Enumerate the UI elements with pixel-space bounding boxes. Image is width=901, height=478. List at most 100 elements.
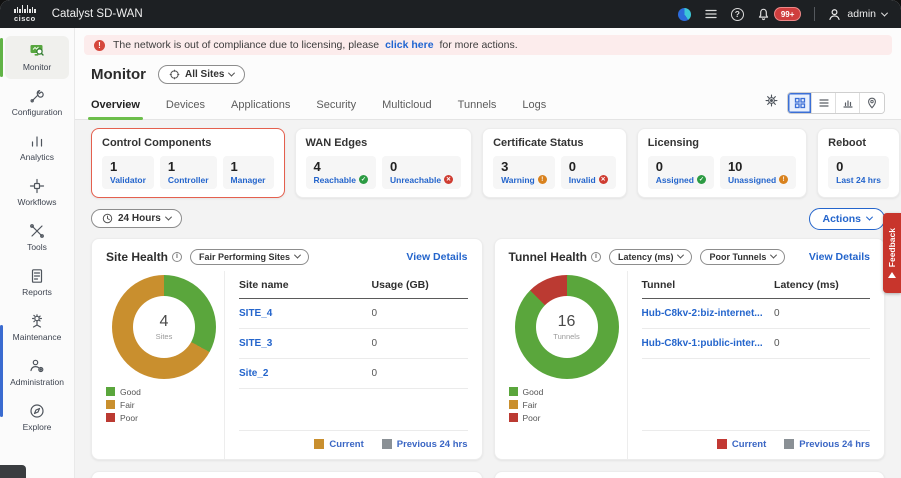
actions-button[interactable]: Actions [809,208,885,230]
sidebar-item-reports[interactable]: Reports [5,261,69,304]
info-icon[interactable]: i [591,252,601,262]
alert-icon: ! [94,40,105,51]
stat-value: 3 [501,160,547,175]
card-certificate-status[interactable]: Certificate Status 3 Warning! 0 Invalid✕ [482,128,627,198]
legend-swatch-current [717,439,727,449]
stat-value: 0 [390,160,453,175]
user-icon [828,8,841,21]
sidebar-item-tools[interactable]: Tools [5,216,69,259]
stat-manager[interactable]: 1 Manager [223,156,274,189]
chart-view-button[interactable] [836,93,860,113]
tunnel-quality-label: Poor Tunnels [709,252,766,262]
tab-overview[interactable]: Overview [91,99,140,119]
site-health-donut[interactable]: 4 Sites [112,275,216,379]
tunnel-health-donut[interactable]: 16 Tunnels [515,275,619,379]
cisco-logo-bars [14,5,36,13]
site-view-details-link[interactable]: View Details [406,251,467,263]
table-row[interactable]: Site_20 [239,358,468,388]
card-wan-edges[interactable]: WAN Edges 4 Reachable✓ 0 Unreachable✕ [295,128,473,198]
panel-title: Site Health i [106,250,182,264]
alert-click-here-link[interactable]: click here [385,39,433,51]
stat-value: 10 [728,160,788,175]
time-range-selector[interactable]: 24 Hours [91,209,182,228]
legend-label: Current [732,439,766,450]
explore-icon [29,403,45,419]
sidebar-item-analytics[interactable]: Analytics [5,126,69,169]
stat-label: Warning [501,175,535,185]
tab-tunnels[interactable]: Tunnels [458,99,497,119]
stat-unassigned[interactable]: 10 Unassigned! [720,156,796,189]
card-title: Licensing [648,137,796,149]
donut-center-value: 16 [558,313,576,331]
table-row[interactable]: Hub-C8kv-2:biz-internet...0 [642,298,871,328]
status-warning-icon: ! [779,175,788,184]
legend-swatch-previous [382,439,392,449]
legend-label: Previous 24 hrs [397,439,468,450]
legend-swatch-good [509,387,518,396]
notification-badge: 99+ [774,7,802,21]
card-reboot[interactable]: Reboot 0 Last 24 hrs [817,128,900,198]
stat-value: 1 [110,160,146,175]
sidebar-item-explore[interactable]: Explore [5,396,69,439]
stat-validator[interactable]: 1 Validator [102,156,154,189]
tab-multicloud[interactable]: Multicloud [382,99,432,119]
grid-view-button[interactable] [788,93,812,113]
info-icon[interactable]: i [172,252,182,262]
task-list-icon[interactable] [704,7,718,21]
sidebar-item-label: Workflows [17,197,56,207]
sidebar-item-maintenance[interactable]: Maintenance [5,306,69,349]
site-scope-selector[interactable]: All Sites [158,65,245,84]
table-row[interactable]: Hub-C8kv-1:public-inter...0 [642,328,871,358]
stat-assigned[interactable]: 0 Assigned✓ [648,156,714,189]
stat-unreachable[interactable]: 0 Unreachable✕ [382,156,461,189]
stat-invalid[interactable]: 0 Invalid✕ [561,156,616,189]
sidebar-item-configuration[interactable]: Configuration [5,81,69,124]
sidebar-scrollbar[interactable] [0,325,3,417]
stat-reboot-24hrs[interactable]: 0 Last 24 hrs [828,156,889,189]
tunnel-view-details-link[interactable]: View Details [809,251,870,263]
application-health-panel: Application Health i Good Performing App… [494,471,886,478]
tab-logs[interactable]: Logs [522,99,546,119]
stat-reachable[interactable]: 4 Reachable✓ [306,156,377,189]
site-filter-dropdown[interactable]: Fair Performing Sites [190,249,309,265]
stat-controller[interactable]: 1 Controller [160,156,217,189]
sidebar-item-monitor[interactable]: Monitor [5,36,69,79]
app-window: cisco Catalyst SD-WAN ? 99+ admin [0,0,901,478]
tab-security[interactable]: Security [316,99,356,119]
usage-donut-icon[interactable] [678,8,691,21]
column-header-tunnel: Tunnel [642,273,775,299]
view-mode-toggle [787,92,885,114]
site-filter-label: Fair Performing Sites [199,252,290,262]
sidebar-item-administration[interactable]: Administration [5,351,69,394]
legend-swatch-good [106,387,115,396]
feedback-tab[interactable]: Feedback [883,213,901,293]
topbar-divider [814,7,815,21]
tab-applications[interactable]: Applications [231,99,290,119]
dashboard-settings-gear-icon[interactable] [764,93,779,113]
stat-label: Manager [231,175,266,185]
card-control-components[interactable]: Control Components 1 Validator 1 Control… [91,128,285,198]
tunnel-quality-dropdown[interactable]: Poor Tunnels [700,249,785,265]
sidebar-item-workflows[interactable]: Workflows [5,171,69,214]
card-title: Control Components [102,137,274,149]
user-menu[interactable]: admin [828,8,887,21]
map-view-button[interactable] [860,93,884,113]
list-view-button[interactable] [812,93,836,113]
tab-devices[interactable]: Devices [166,99,205,119]
chevron-down-icon [881,9,888,16]
notifications[interactable]: 99+ [757,7,802,21]
sidebar-item-label: Maintenance [13,332,62,342]
stat-warning[interactable]: 3 Warning! [493,156,555,189]
help-icon[interactable]: ? [731,8,744,21]
table-row[interactable]: SITE_40 [239,298,468,328]
clock-icon [102,213,113,224]
card-licensing[interactable]: Licensing 0 Assigned✓ 10 Unassigned! [637,128,807,198]
chevron-down-icon [866,214,873,221]
alert-text-after: for more actions. [439,39,517,51]
tunnel-metric-dropdown[interactable]: Latency (ms) [609,249,693,265]
table-row[interactable]: SITE_30 [239,328,468,358]
legend-label: Fair [120,400,135,410]
top-bar: cisco Catalyst SD-WAN ? 99+ admin [0,0,901,28]
reports-icon [29,268,45,284]
chevron-down-icon [294,252,301,259]
